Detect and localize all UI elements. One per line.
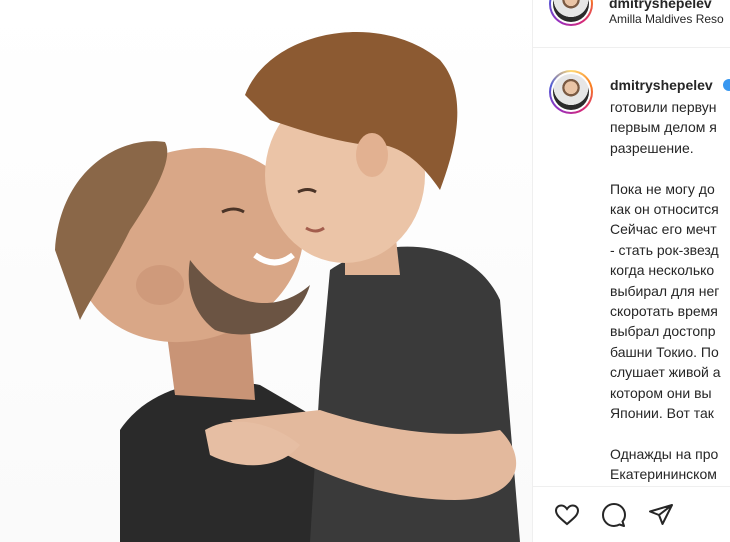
caption-line — [610, 424, 730, 444]
caption-line: Японии. Вот так — [610, 405, 714, 422]
verified-badge-icon — [723, 79, 730, 91]
caption-line: выбирал для нег — [610, 282, 720, 299]
heart-icon[interactable] — [553, 501, 581, 529]
post-actions-bar — [533, 486, 730, 542]
caption-line: когда несколько — [610, 262, 715, 279]
post-header: dmitryshepelev Amilla Maldives Reso — [533, 0, 730, 48]
caption-username[interactable]: dmitryshepelev — [610, 77, 713, 93]
caption-line: как он относится — [610, 201, 719, 218]
caption-line: Екатерининском — [610, 466, 717, 483]
caption-line: выбрал достопр — [610, 323, 716, 340]
post-side-panel: dmitryshepelev Amilla Maldives Reso dmit… — [532, 0, 730, 542]
caption-line: котором они вы — [610, 384, 712, 401]
caption-avatar[interactable] — [549, 70, 593, 114]
caption-line: скоротать время — [610, 303, 718, 320]
caption-line: готовили первун — [610, 99, 717, 115]
caption-line: разрешение. — [610, 139, 694, 156]
photo-illustration — [55, 31, 520, 542]
author-avatar[interactable] — [549, 0, 593, 26]
post-location[interactable]: Amilla Maldives Reso — [609, 12, 724, 26]
caption-line: первым делом я — [610, 119, 717, 136]
post-caption: готовили первун первым делом я разрешение.… — [610, 97, 730, 485]
caption-line: - стать рок-звезд — [610, 241, 719, 258]
caption-line: Пока не могу до — [610, 180, 715, 197]
caption-line — [610, 158, 730, 178]
author-username[interactable]: dmitryshepelev — [609, 0, 712, 11]
caption-line: слушает живой а — [610, 364, 721, 381]
caption-line: Однажды на про — [610, 445, 719, 462]
comment-icon[interactable] — [600, 501, 628, 529]
paper-plane-icon[interactable] — [647, 501, 675, 529]
caption-line: Сейчас его мечт — [610, 221, 717, 238]
caption-line: башни Токио. По — [610, 343, 719, 360]
post-photo[interactable] — [0, 0, 532, 542]
